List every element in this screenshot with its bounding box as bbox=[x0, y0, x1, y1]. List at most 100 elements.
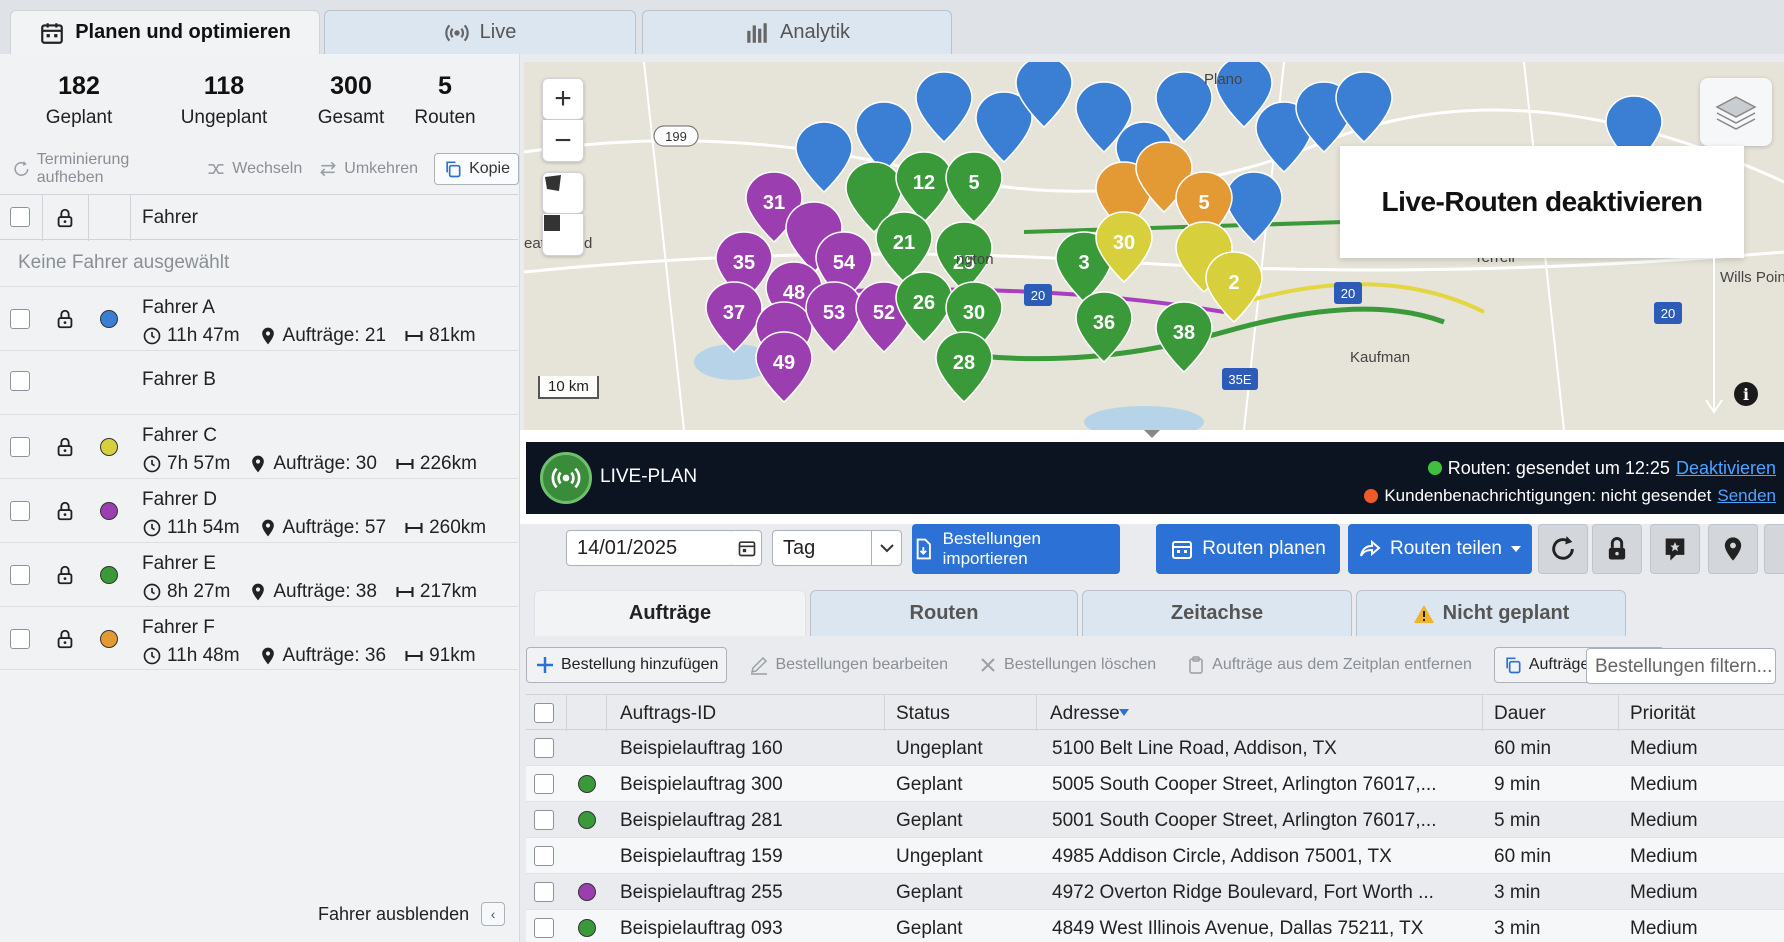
tab-live[interactable]: Live bbox=[324, 10, 636, 54]
calendar-icon[interactable] bbox=[732, 530, 762, 566]
map-layers-button[interactable] bbox=[1700, 78, 1772, 146]
bookmark-button[interactable] bbox=[1650, 524, 1700, 574]
share-routes-button[interactable]: Routen teilen bbox=[1348, 524, 1532, 574]
unschedule-button[interactable]: Terminierung aufheben bbox=[12, 151, 190, 187]
delete-orders-button[interactable]: Bestellungen löschen bbox=[970, 647, 1164, 683]
location-button[interactable] bbox=[1708, 524, 1758, 574]
table-row[interactable]: Beispielauftrag 160 Ungeplant 5100 Belt … bbox=[526, 730, 1784, 766]
svg-text:53: 53 bbox=[823, 302, 845, 324]
status-dot bbox=[1364, 489, 1379, 503]
driver-actions: Terminierung aufheben Wechseln Umkehren … bbox=[12, 151, 519, 187]
lock-icon[interactable] bbox=[54, 564, 76, 586]
table-row[interactable]: Beispielauftrag 093 Geplant 4849 West Il… bbox=[526, 910, 1784, 942]
refresh-button[interactable] bbox=[1538, 524, 1588, 574]
clipboard-icon bbox=[1189, 656, 1203, 674]
order-id: Beispielauftrag 160 bbox=[620, 738, 783, 759]
more-button[interactable] bbox=[1764, 524, 1784, 574]
select-all-checkbox[interactable] bbox=[10, 207, 30, 227]
zoom-in-button[interactable]: + bbox=[542, 78, 584, 120]
svg-text:31: 31 bbox=[763, 192, 785, 214]
driver-row-d[interactable]: Fahrer D 11h 54m Aufträge: 57 260km bbox=[0, 478, 518, 542]
stat-label: Ungeplant bbox=[180, 107, 268, 128]
highway-shield: 20 bbox=[1031, 288, 1045, 303]
lock-icon[interactable] bbox=[54, 207, 76, 229]
table-row[interactable]: Beispielauftrag 159 Ungeplant 4985 Addis… bbox=[526, 838, 1784, 874]
hide-drivers-control[interactable]: Fahrer ausblenden ‹ bbox=[318, 902, 506, 926]
column-header-status[interactable]: Status bbox=[896, 703, 950, 725]
table-row[interactable]: Beispielauftrag 300 Geplant 5005 South C… bbox=[526, 766, 1784, 802]
bar-chart-icon bbox=[747, 22, 767, 43]
lock-icon[interactable] bbox=[54, 436, 76, 458]
draw-polygon-button[interactable] bbox=[542, 172, 584, 214]
highway-shield: 199 bbox=[665, 129, 687, 144]
table-row[interactable]: Beispielauftrag 281 Geplant 5001 South C… bbox=[526, 802, 1784, 838]
row-checkbox[interactable] bbox=[534, 810, 554, 830]
map-pin-icon bbox=[1724, 537, 1742, 561]
date-input[interactable]: 14/01/2025 bbox=[566, 530, 734, 566]
order-address: 5001 South Cooper Street, Arlington 7601… bbox=[1052, 810, 1437, 831]
tab-timeline[interactable]: Zeitachse bbox=[1082, 590, 1352, 636]
order-priority: Medium bbox=[1630, 918, 1698, 939]
plan-routes-button[interactable]: Routen planen bbox=[1156, 524, 1340, 574]
stat-label: Geplant bbox=[45, 107, 113, 128]
chevron-left-icon[interactable]: ‹ bbox=[481, 902, 506, 926]
driver-row-b[interactable]: Fahrer B bbox=[0, 350, 518, 410]
lock-icon[interactable] bbox=[54, 308, 76, 330]
import-label: Bestellungen importieren bbox=[942, 529, 1041, 568]
draw-rectangle-button[interactable] bbox=[542, 214, 584, 256]
tab-analytics[interactable]: Analytik bbox=[642, 10, 952, 54]
period-select[interactable]: Tag bbox=[772, 530, 902, 566]
copy-button[interactable]: Kopie bbox=[434, 153, 519, 185]
remove-from-schedule-button[interactable]: Aufträge aus dem Zeitplan entfernen bbox=[1178, 647, 1480, 683]
column-header-address[interactable]: Adresse bbox=[1050, 703, 1120, 725]
panel-collapse-arrow-icon[interactable] bbox=[1144, 430, 1160, 438]
row-checkbox[interactable] bbox=[534, 882, 554, 902]
import-orders-button[interactable]: Bestellungen importieren bbox=[912, 524, 1120, 574]
tab-plan-optimize[interactable]: Planen und optimieren bbox=[10, 10, 320, 54]
tab-routes[interactable]: Routen bbox=[810, 590, 1078, 636]
send-link[interactable]: Senden bbox=[1717, 482, 1776, 510]
column-header-order-id[interactable]: Auftrags-ID bbox=[620, 703, 716, 725]
sort-desc-icon[interactable] bbox=[1118, 708, 1130, 718]
svg-text:35: 35 bbox=[733, 252, 755, 274]
driver-row-a[interactable]: Fahrer A 11h 47m Aufträge: 21 81km bbox=[0, 286, 518, 350]
driver-checkbox[interactable] bbox=[10, 501, 30, 521]
driver-checkbox[interactable] bbox=[10, 565, 30, 585]
add-order-button[interactable]: Bestellung hinzufügen bbox=[526, 647, 728, 683]
lock-icon[interactable] bbox=[54, 628, 76, 650]
lock-button[interactable] bbox=[1592, 524, 1642, 574]
add-order-label: Bestellung hinzufügen bbox=[561, 656, 719, 673]
row-checkbox[interactable] bbox=[534, 846, 554, 866]
table-row[interactable]: Beispielauftrag 255 Geplant 4972 Overton… bbox=[526, 874, 1784, 910]
swap-button[interactable]: Wechseln bbox=[206, 159, 302, 179]
tab-label: Aufträge bbox=[628, 602, 712, 624]
tab-label: Planen und optimieren bbox=[75, 21, 291, 43]
filter-orders-input[interactable]: Bestellungen filtern... bbox=[1586, 648, 1776, 684]
driver-checkbox[interactable] bbox=[10, 309, 30, 329]
tab-unplanned[interactable]: Nicht geplant bbox=[1356, 590, 1626, 636]
info-icon[interactable]: i bbox=[1734, 382, 1758, 406]
row-checkbox[interactable] bbox=[534, 774, 554, 794]
driver-meta: 11h 48m Aufträge: 36 91km bbox=[142, 645, 476, 667]
lock-icon[interactable] bbox=[54, 500, 76, 522]
row-checkbox[interactable] bbox=[534, 738, 554, 758]
file-import-icon bbox=[916, 538, 931, 560]
tab-orders[interactable]: Aufträge bbox=[534, 590, 806, 636]
column-header-priority[interactable]: Priorität bbox=[1630, 703, 1695, 725]
driver-row-e[interactable]: Fahrer E 8h 27m Aufträge: 38 217km bbox=[0, 542, 518, 606]
driver-checkbox[interactable] bbox=[10, 437, 30, 457]
edit-orders-button[interactable]: Bestellungen bearbeiten bbox=[741, 647, 956, 683]
zoom-out-button[interactable]: − bbox=[542, 120, 584, 162]
driver-row-c[interactable]: Fahrer C 7h 57m Aufträge: 30 226km bbox=[0, 414, 518, 478]
select-all-orders-checkbox[interactable] bbox=[534, 703, 554, 723]
deactivate-link[interactable]: Deaktivieren bbox=[1676, 454, 1776, 482]
reverse-button[interactable]: Umkehren bbox=[318, 159, 418, 179]
driver-row-f[interactable]: Fahrer F 11h 48m Aufträge: 36 91km bbox=[0, 606, 518, 670]
driver-checkbox[interactable] bbox=[10, 371, 30, 391]
map-place-label: Wills Poin bbox=[1720, 269, 1784, 286]
driver-checkbox[interactable] bbox=[10, 629, 30, 649]
svg-text:3: 3 bbox=[1078, 252, 1089, 274]
column-header-duration[interactable]: Dauer bbox=[1494, 703, 1546, 725]
map-place-label: Kaufman bbox=[1350, 349, 1410, 366]
row-checkbox[interactable] bbox=[534, 918, 554, 938]
